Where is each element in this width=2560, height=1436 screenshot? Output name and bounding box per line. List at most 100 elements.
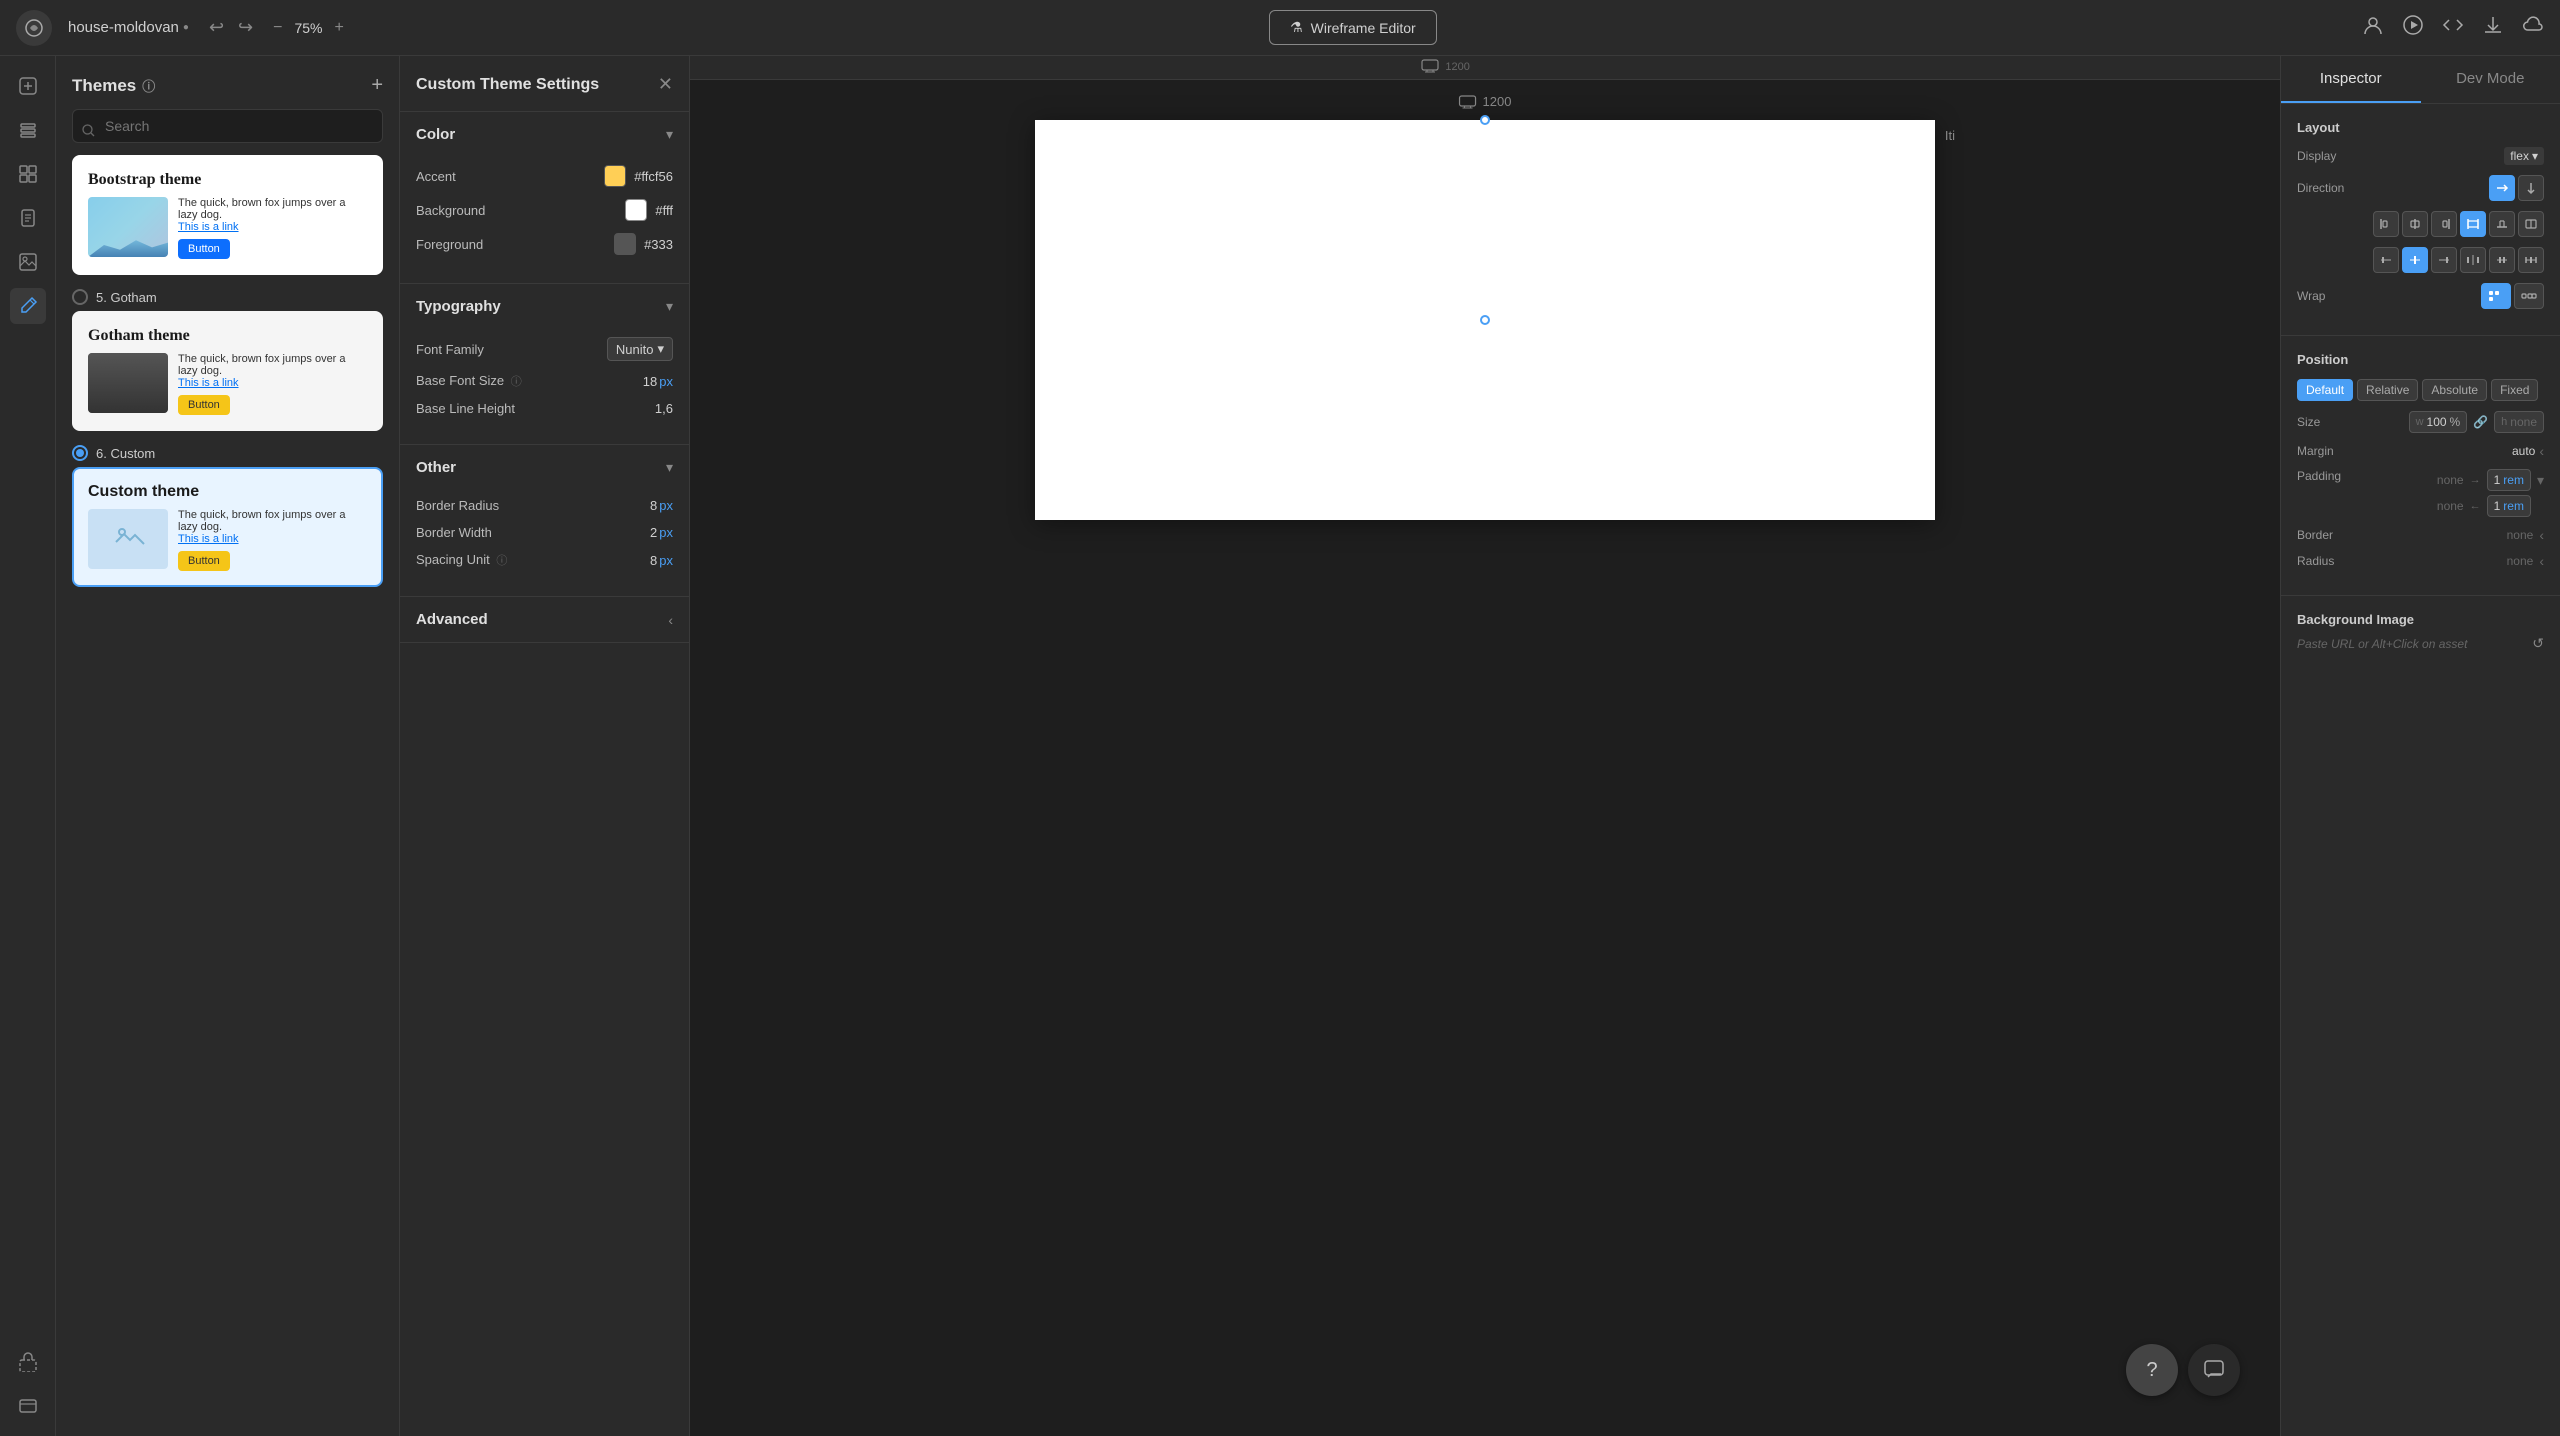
other-section-chevron: ▾ [666,459,673,476]
radius-expand-btn[interactable]: ‹ [2539,553,2544,569]
accent-color-swatch[interactable] [604,165,626,187]
justify-center-btn[interactable] [2402,247,2428,273]
settings-close-button[interactable]: ✕ [658,74,673,95]
ruler-device-icon [1421,59,1439,76]
themes-info-icon[interactable]: ⓘ [142,76,155,95]
wireframe-editor-button[interactable]: ⚗ Wireframe Editor [1269,10,1437,45]
sidebar-pages-icon[interactable] [10,200,46,236]
align-start-btn[interactable] [2373,211,2399,237]
sidebar-components-icon[interactable] [10,156,46,192]
tab-inspector[interactable]: Inspector [2281,56,2421,103]
justify-evenly-btn[interactable] [2518,247,2544,273]
theme-card-custom[interactable]: Custom theme The q [72,467,383,587]
position-fixed-btn[interactable]: Fixed [2491,379,2538,401]
undo-button[interactable]: ↩ [205,13,228,42]
bootstrap-theme-text: The quick, brown fox jumps over a lazy d… [178,197,367,221]
gotham-radio-label: 5. Gotham [96,290,157,305]
align-center-btn[interactable] [2402,211,2428,237]
canvas-handle-top[interactable] [1480,115,1490,125]
base-line-height-value: 1,6 [655,401,673,416]
display-select[interactable]: flex ▾ [2504,147,2544,165]
sidebar-assets-icon[interactable] [10,244,46,280]
position-default-btn[interactable]: Default [2297,379,2353,401]
app-logo[interactable] [16,10,52,46]
sidebar-layers-icon[interactable] [10,112,46,148]
canvas-frame-wrapper: 1200 Iti [1035,120,1935,520]
settings-panel-title: Custom Theme Settings [416,76,599,94]
theme-card-gotham[interactable]: Gotham theme The quick, brown fox jumps … [72,311,383,431]
padding-right-field[interactable]: 1 rem [2487,469,2531,491]
align-end-btn[interactable] [2431,211,2457,237]
padding-left-field[interactable]: 1 rem [2487,495,2531,517]
justify-around-btn[interactable] [2489,247,2515,273]
themes-title: Themes ⓘ [72,76,155,96]
accent-row: Accent #ffcf56 [416,165,673,187]
download-button[interactable] [2482,14,2504,42]
margin-expand-btn[interactable]: ‹ [2539,443,2544,459]
other-section-header[interactable]: Other ▾ [400,445,689,490]
direction-vertical-btn[interactable] [2518,175,2544,201]
wrap-nowrap-btn[interactable] [2514,283,2544,309]
position-relative-btn[interactable]: Relative [2357,379,2418,401]
canvas-handle-mid[interactable] [1480,315,1490,325]
theme-card-bootstrap[interactable]: Bootstrap theme The quick, brown fox jum… [72,155,383,275]
zoom-in-button[interactable]: + [334,19,343,37]
inspector-panel: Inspector Dev Mode Layout Display flex ▾… [2280,56,2560,1436]
bg-image-refresh-icon[interactable]: ↺ [2532,635,2544,652]
align-stretch-btn[interactable] [2460,211,2486,237]
sidebar-add-icon[interactable] [10,68,46,104]
accent-value: #ffcf56 [604,165,673,187]
zoom-value[interactable]: 75% [288,20,328,36]
custom-theme-link[interactable]: This is a link [178,533,367,545]
size-height-field[interactable]: h none [2494,411,2544,433]
foreground-value: #333 [614,233,673,255]
color-section-header[interactable]: Color ▾ [400,112,689,157]
custom-radio-row[interactable]: 6. Custom [72,445,383,461]
tab-devmode[interactable]: Dev Mode [2421,56,2560,103]
align-extra-btn[interactable] [2518,211,2544,237]
themes-search-container [56,109,399,155]
padding-expand-btn[interactable]: ▾ [2537,472,2544,489]
sidebar-pen-icon[interactable] [10,288,46,324]
justify-start-btn[interactable] [2373,247,2399,273]
border-width-row: Border Width 2 px [416,525,673,540]
custom-radio[interactable] [72,445,88,461]
chat-float-button[interactable] [2188,1344,2240,1396]
direction-horizontal-btn[interactable] [2489,175,2515,201]
size-width-field[interactable]: w 100 % [2409,411,2468,433]
background-color-swatch[interactable] [625,199,647,221]
gotham-radio-row[interactable]: 5. Gotham [72,289,383,305]
redo-button[interactable]: ↪ [234,13,257,42]
play-button[interactable] [2402,14,2424,42]
bootstrap-theme-btn[interactable]: Button [178,239,230,259]
justify-end-btn[interactable] [2431,247,2457,273]
sidebar-lasso-icon[interactable] [10,1344,46,1380]
foreground-color-swatch[interactable] [614,233,636,255]
themes-add-button[interactable]: + [371,74,383,97]
wrap-wrap-btn[interactable] [2481,283,2511,309]
gotham-radio[interactable] [72,289,88,305]
code-button[interactable] [2442,14,2464,42]
typography-section-header[interactable]: Typography ▾ [400,284,689,329]
padding-left-arrow: ← [2470,500,2481,512]
font-family-select[interactable]: Nunito ▾ [607,337,673,361]
bg-image-placeholder[interactable]: Paste URL or Alt+Click on asset [2297,637,2467,651]
help-float-button[interactable]: ? [2126,1344,2178,1396]
align-baseline-btn[interactable] [2489,211,2515,237]
border-row: Border none ‹ [2297,527,2544,543]
themes-search-input[interactable] [72,109,383,143]
bootstrap-theme-link[interactable]: This is a link [178,221,367,233]
position-absolute-btn[interactable]: Absolute [2422,379,2487,401]
user-icon-button[interactable] [2362,14,2384,42]
advanced-section-header[interactable]: Advanced ‹ [400,597,689,642]
custom-theme-btn[interactable]: Button [178,551,230,571]
gotham-theme-link[interactable]: This is a link [178,377,367,389]
justify-between-btn[interactable] [2460,247,2486,273]
sidebar-preview-icon[interactable] [10,1388,46,1424]
gotham-theme-btn[interactable]: Button [178,395,230,415]
position-section-title: Position [2297,352,2544,367]
border-expand-btn[interactable]: ‹ [2539,527,2544,543]
zoom-out-button[interactable]: − [273,19,282,37]
cloud-button[interactable] [2522,14,2544,42]
size-row: Size w 100 % 🔗 h none [2297,411,2544,433]
